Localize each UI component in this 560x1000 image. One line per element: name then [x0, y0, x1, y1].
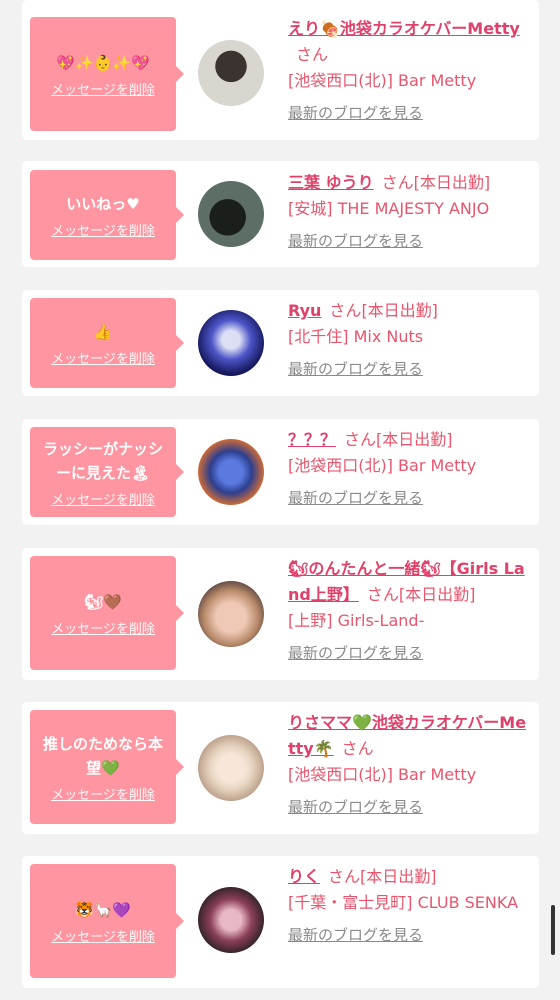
cast-info: ？？？ さん[本日出勤] [池袋西口(北)] Bar Metty 最新のブログを見… [288, 427, 528, 511]
message-text: 🐿🤎 [84, 592, 122, 611]
shop-name: [北千住] Mix Nuts [288, 327, 424, 346]
delete-message-link[interactable]: メッセージを削除 [51, 926, 155, 945]
shop-name: [千葉・富士見町] CLUB SENKA [288, 893, 519, 912]
cast-info: 三葉 ゆうり さん[本日出勤] [安城] THE MAJESTY ANJO 最新の… [288, 170, 528, 254]
avatar[interactable] [198, 310, 264, 376]
shop-name: [池袋西口(北)] Bar Metty [288, 456, 477, 475]
status-text: [本日出勤] [398, 585, 476, 604]
delete-message-link[interactable]: メッセージを削除 [51, 348, 155, 367]
latest-blog-link[interactable]: 最新のブログを見る [288, 794, 423, 820]
honorific: さん [344, 430, 377, 449]
cast-info: 🐿のんたんと一緒🐿【Girls Land上野】 さん[本日出勤] [上野] Gir… [288, 556, 528, 666]
latest-blog-link[interactable]: 最新のブログを見る [288, 485, 423, 511]
status-text: [本日出勤] [376, 430, 453, 449]
honorific: さん [381, 173, 414, 192]
delete-message-link[interactable]: メッセージを削除 [51, 79, 155, 98]
message-text: 💖✨👶✨💖 [56, 53, 150, 72]
latest-blog-link[interactable]: 最新のブログを見る [288, 640, 423, 666]
delete-message-link[interactable]: メッセージを削除 [51, 784, 155, 803]
cast-name-link[interactable]: りさママ💚池袋カラオケバーMetty🌴 [288, 713, 526, 758]
delete-message-link[interactable]: メッセージを削除 [51, 220, 155, 239]
message-card: ラッシーがナッシーに見えた🏝 メッセージを削除 ？？？ さん[本日出勤] [池袋西… [22, 419, 539, 525]
delete-message-link[interactable]: メッセージを削除 [51, 618, 155, 637]
latest-blog-link[interactable]: 最新のブログを見る [288, 922, 423, 948]
avatar[interactable] [198, 581, 264, 647]
shop-name: [安城] THE MAJESTY ANJO [288, 199, 490, 218]
message-card: 推しのためなら本望💚 メッセージを削除 りさママ💚池袋カラオケバーMetty🌴 さ… [22, 702, 539, 834]
delete-message-link[interactable]: メッセージを削除 [51, 489, 155, 508]
message-card: 🐿🤎 メッセージを削除 🐿のんたんと一緒🐿【Girls Land上野】 さん[本日… [22, 548, 539, 680]
latest-blog-link[interactable]: 最新のブログを見る [288, 356, 423, 382]
message-bubble: 💖✨👶✨💖 メッセージを削除 [30, 17, 176, 131]
message-card: いいねっ♥ メッセージを削除 三葉 ゆうり さん[本日出勤] [安城] THE M… [22, 161, 539, 267]
message-text: ラッシーがナッシーに見えた🏝 [42, 439, 163, 482]
shop-name: [池袋西口(北)] Bar Metty [288, 765, 477, 784]
message-bubble: いいねっ♥ メッセージを削除 [30, 170, 176, 260]
message-card: 👍 メッセージを削除 Ryu さん[本日出勤] [北千住] Mix Nuts 最新… [22, 290, 539, 396]
shop-name: [上野] Girls-Land- [288, 611, 425, 630]
avatar[interactable] [198, 40, 264, 106]
message-text: いいねっ♥ [66, 194, 140, 213]
honorific: さん [296, 45, 329, 64]
message-bubble: 👍 メッセージを削除 [30, 298, 176, 388]
message-bubble: ラッシーがナッシーに見えた🏝 メッセージを削除 [30, 427, 176, 517]
shop-name: [池袋西口(北)] Bar Metty [288, 71, 477, 90]
cast-info: Ryu さん[本日出勤] [北千住] Mix Nuts 最新のブログを見る [288, 298, 528, 382]
message-bubble: 🐿🤎 メッセージを削除 [30, 556, 176, 670]
message-text: 👍 [93, 322, 113, 341]
avatar[interactable] [198, 181, 264, 247]
message-text: 推しのためなら本望💚 [42, 734, 163, 777]
cast-name-link[interactable]: りく [288, 867, 320, 886]
message-text: 🐯🦙💜 [74, 900, 132, 919]
honorific: さん [329, 301, 362, 320]
avatar[interactable] [198, 887, 264, 953]
cast-info: えり🍖池袋カラオケバーMetty さん [池袋西口(北)] Bar Metty 最… [288, 16, 528, 126]
cast-name-link[interactable]: ？？？ [288, 430, 336, 449]
message-card: 🐯🦙💜 メッセージを削除 りく さん[本日出勤] [千葉・富士見町] CLUB S… [22, 856, 539, 988]
latest-blog-link[interactable]: 最新のブログを見る [288, 100, 423, 126]
honorific: さん [328, 867, 361, 886]
message-bubble: 🐯🦙💜 メッセージを削除 [30, 864, 176, 978]
cast-name-link[interactable]: Ryu [288, 301, 321, 320]
honorific: さん [341, 739, 374, 758]
scrollbar[interactable] [551, 905, 555, 955]
latest-blog-link[interactable]: 最新のブログを見る [288, 228, 423, 254]
cast-info: りさママ💚池袋カラオケバーMetty🌴 さん [池袋西口(北)] Bar Mett… [288, 710, 528, 820]
cast-name-link[interactable]: 三葉 ゆうり [288, 173, 374, 192]
status-text: [本日出勤] [361, 301, 438, 320]
status-text: [本日出勤] [360, 867, 437, 886]
cast-info: りく さん[本日出勤] [千葉・富士見町] CLUB SENKA 最新のブログを見… [288, 864, 528, 948]
status-text: [本日出勤] [413, 173, 491, 192]
honorific: さん [366, 585, 399, 604]
avatar[interactable] [198, 735, 264, 801]
avatar[interactable] [198, 439, 264, 505]
message-card: 💖✨👶✨💖 メッセージを削除 えり🍖池袋カラオケバーMetty さん [池袋西口(… [22, 0, 539, 140]
message-bubble: 推しのためなら本望💚 メッセージを削除 [30, 710, 176, 824]
cast-name-link[interactable]: えり🍖池袋カラオケバーMetty [288, 19, 520, 38]
